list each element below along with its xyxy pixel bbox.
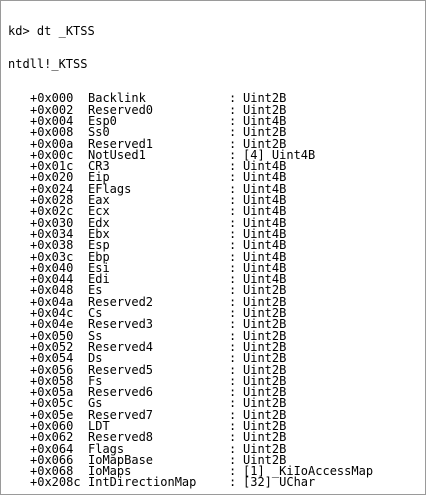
field-name: Reserved6 (88, 385, 154, 400)
field-name: Edi (88, 272, 110, 287)
output-text: kd> dt _KTSS ntdll!_KTSS +0x000 Backlink:… (8, 3, 373, 494)
field-name: IntDirectionMap (88, 475, 197, 490)
command-text: dt _KTSS (36, 23, 95, 38)
field-offset: +0x208c (30, 475, 81, 490)
struct-name: ntdll!_KTSS (8, 57, 88, 72)
field-name: Reserved3 (88, 317, 154, 332)
field-name: Reserved2 (88, 294, 154, 309)
field-name: Reserved4 (88, 339, 154, 354)
field-colon: : (229, 475, 237, 490)
field-name: Reserved5 (88, 362, 154, 377)
command-line: kd> dt _KTSS (8, 23, 373, 38)
field-row: +0x208c IntDirectionMap: [32] UChar (8, 475, 373, 490)
prompt: kd> (8, 23, 30, 38)
debugger-output-window[interactable]: kd> dt _KTSS ntdll!_KTSS +0x000 Backlink:… (0, 0, 426, 495)
field-type: [32] UChar (243, 475, 316, 490)
field-list: +0x000 Backlink: Uint2B +0x002 Reserved0: Uin… (8, 92, 373, 490)
